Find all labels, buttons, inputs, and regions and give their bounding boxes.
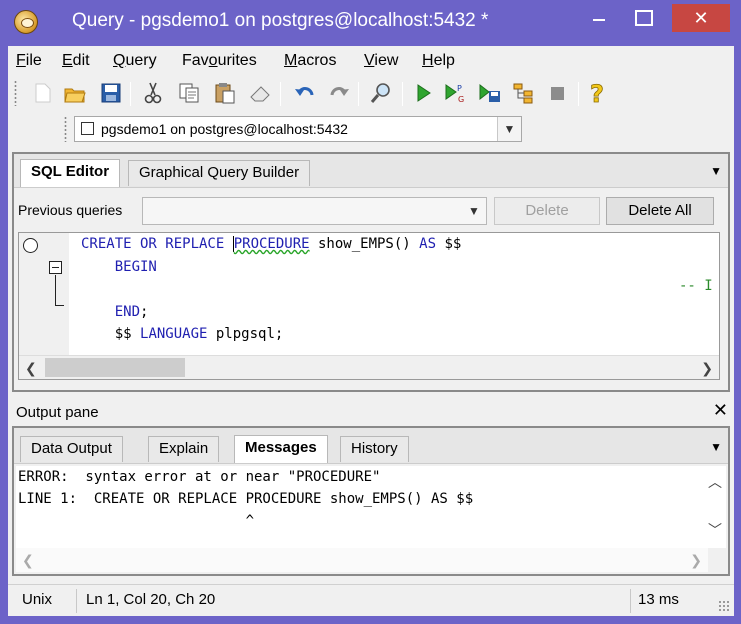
output-pane-header: Output pane ✕ (12, 398, 730, 426)
maximize-button[interactable] (622, 4, 662, 32)
client-area: File Edit Query Favourites Macros View H… (8, 46, 734, 616)
close-button[interactable]: ✕ (672, 4, 730, 32)
fold-collapse-icon[interactable] (49, 261, 62, 274)
query-window: Query - pgsdemo1 on postgres@localhost:5… (0, 0, 741, 624)
message-line: ERROR: syntax error at or near "PROCEDUR… (18, 469, 381, 485)
toolbar-separator (578, 82, 579, 106)
connection-toolbar: pgsdemo1 on postgres@localhost:5432 ▼ (8, 112, 734, 146)
undo-icon[interactable] (294, 82, 316, 104)
status-separator (630, 589, 631, 613)
paste-icon[interactable] (214, 82, 236, 104)
menu-favourites[interactable]: Favourites (182, 52, 257, 70)
menu-edit[interactable]: Edit (62, 52, 90, 70)
sql-editor[interactable]: CREATE OR REPLACE PROCEDURE show_EMPS() … (18, 232, 720, 380)
copy-icon[interactable] (178, 82, 200, 104)
chevron-down-icon[interactable]: ▼ (462, 198, 486, 224)
message-line: ^ (18, 513, 255, 529)
menu-file[interactable]: File (16, 52, 42, 70)
title-bar[interactable]: Query - pgsdemo1 on postgres@localhost:5… (0, 0, 741, 46)
open-folder-icon[interactable] (64, 82, 86, 104)
messages-text[interactable]: ERROR: syntax error at or near "PROCEDUR… (16, 466, 726, 548)
menu-bar: File Edit Query Favourites Macros View H… (8, 46, 734, 76)
messages-horizontal-scrollbar[interactable]: ❮ ❯ (16, 548, 708, 572)
code-text: CREATE OR REPLACE PROCEDURE show_EMPS() … (81, 236, 462, 342)
menu-view[interactable]: View (364, 52, 398, 70)
status-bar: Unix Ln 1, Col 20, Ch 20 13 ms (8, 584, 734, 616)
scroll-left-icon[interactable]: ❮ (22, 552, 34, 569)
scroll-right-icon[interactable]: ❯ (690, 552, 702, 569)
close-icon[interactable]: ✕ (713, 400, 728, 421)
tab-sql-editor[interactable]: SQL Editor (20, 159, 121, 187)
save-icon[interactable] (100, 82, 122, 104)
toolbar-separator (280, 82, 281, 106)
scrollbar-thumb[interactable] (45, 358, 185, 377)
scroll-right-icon[interactable]: ❯ (701, 360, 713, 377)
tab-explain[interactable]: Explain (148, 436, 220, 462)
toolbar-separator (130, 82, 131, 106)
menu-query[interactable]: Query (113, 52, 157, 70)
main-toolbar: PG ? (8, 76, 734, 112)
pgadmin-elephant-icon[interactable] (14, 10, 38, 34)
toolbar-separator (402, 82, 403, 106)
toolbar-grip[interactable] (64, 116, 67, 142)
editor-gutter (19, 233, 69, 355)
connection-value: pgsdemo1 on postgres@localhost:5432 (101, 121, 348, 137)
clear-icon[interactable] (248, 82, 270, 104)
new-file-icon[interactable] (32, 82, 54, 104)
scroll-up-icon[interactable]: ︿ (708, 472, 722, 492)
editor-horizontal-scrollbar[interactable]: ❮ ❯ (19, 355, 719, 379)
message-line: LINE 1: CREATE OR REPLACE PROCEDURE show… (18, 491, 474, 507)
connection-select[interactable]: pgsdemo1 on postgres@localhost:5432 ▼ (74, 116, 522, 142)
sql-panel: SQL Editor Graphical Query Builder ▼ Pre… (12, 152, 730, 392)
svg-text:?: ? (590, 81, 604, 105)
execute-icon[interactable] (412, 82, 434, 104)
panel-menu-icon[interactable]: ▼ (710, 440, 722, 454)
help-icon[interactable]: ? (588, 81, 610, 105)
execute-pgscript-icon[interactable]: PG (444, 82, 466, 104)
status-elapsed-time: 13 ms (638, 591, 679, 608)
minimize-button[interactable] (579, 4, 619, 32)
breakpoint-marker-icon[interactable] (23, 238, 38, 253)
chevron-down-icon[interactable]: ▼ (497, 117, 521, 141)
cut-icon[interactable] (142, 82, 164, 104)
window-title: Query - pgsdemo1 on postgres@localhost:5… (72, 10, 489, 31)
previous-queries-label: Previous queries (18, 202, 123, 218)
toolbar-separator (358, 82, 359, 106)
sql-panel-tabs: SQL Editor Graphical Query Builder ▼ (14, 154, 728, 188)
status-cursor-position: Ln 1, Col 20, Ch 20 (86, 591, 216, 608)
code-comment: -- I (679, 278, 713, 294)
menu-macros[interactable]: Macros (284, 52, 336, 70)
panel-menu-icon[interactable]: ▼ (710, 164, 722, 178)
scroll-left-icon[interactable]: ❮ (25, 360, 37, 377)
svg-text:P: P (457, 84, 462, 93)
explain-icon[interactable] (512, 82, 534, 104)
status-separator (76, 589, 77, 613)
resize-grip-icon[interactable] (718, 600, 730, 612)
tab-messages[interactable]: Messages (234, 435, 328, 463)
output-panel: Data Output Explain Messages History ▼ E… (12, 426, 730, 576)
status-line-endings: Unix (22, 591, 53, 608)
svg-text:G: G (458, 95, 464, 104)
find-icon[interactable] (370, 82, 392, 104)
tab-graphical-query-builder[interactable]: Graphical Query Builder (128, 160, 311, 186)
fold-end (55, 305, 64, 306)
redo-icon[interactable] (328, 82, 350, 104)
execute-to-file-icon[interactable] (478, 82, 500, 104)
cancel-query-icon[interactable] (546, 82, 568, 104)
output-pane-title: Output pane (16, 404, 99, 421)
scroll-down-icon[interactable]: ﹀ (708, 520, 722, 540)
connection-color-swatch (81, 122, 94, 135)
output-tabs: Data Output Explain Messages History ▼ (14, 428, 728, 464)
delete-all-button[interactable]: Delete All (606, 197, 714, 225)
toolbar-grip[interactable] (14, 80, 17, 106)
tab-data-output[interactable]: Data Output (20, 436, 123, 462)
fold-line (55, 275, 56, 305)
delete-button[interactable]: Delete (494, 197, 600, 225)
menu-help[interactable]: Help (422, 52, 455, 70)
previous-queries-select[interactable]: ▼ (142, 197, 487, 225)
tab-history[interactable]: History (340, 436, 409, 462)
previous-queries-bar: Previous queries ▼ Delete Delete All (14, 194, 728, 226)
